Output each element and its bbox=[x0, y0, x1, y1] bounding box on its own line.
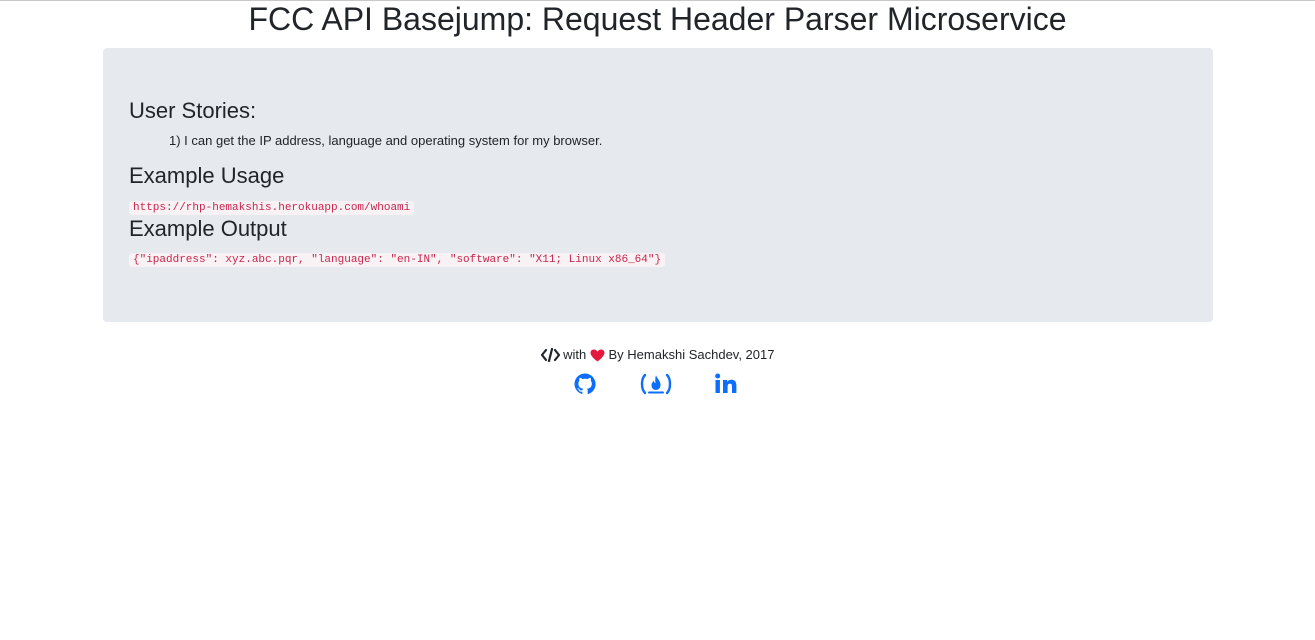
freecodecamp-link[interactable] bbox=[639, 372, 673, 396]
github-link[interactable] bbox=[573, 372, 597, 396]
footer-with-text: with bbox=[563, 347, 587, 362]
footer-by-text: By Hemakshi Sachdev, 2017 bbox=[608, 347, 775, 362]
story-item: 1) I can get the IP address, language an… bbox=[169, 133, 603, 148]
github-icon bbox=[574, 373, 596, 395]
heart-icon bbox=[590, 349, 605, 366]
linkedin-icon bbox=[715, 373, 737, 393]
code-icon bbox=[540, 347, 560, 366]
freecodecamp-icon bbox=[640, 373, 672, 395]
example-output-json: {"ipaddress": xyz.abc.pqr, "language": "… bbox=[129, 253, 666, 267]
user-stories-heading: User Stories: bbox=[129, 98, 257, 123]
jumbotron: User Stories: 1) I can get the IP addres… bbox=[103, 48, 1213, 322]
example-usage-heading: Example Usage bbox=[129, 163, 285, 188]
linkedin-link[interactable] bbox=[714, 372, 738, 396]
page-title: FCC API Basejump: Request Header Parser … bbox=[248, 1, 1067, 37]
example-output-heading: Example Output bbox=[129, 216, 287, 241]
example-usage-url: https://rhp-hemakshis.herokuapp.com/whoa… bbox=[129, 201, 415, 215]
footer-credit: with By Hemakshi Sachdev, 2017 bbox=[0, 347, 1315, 366]
